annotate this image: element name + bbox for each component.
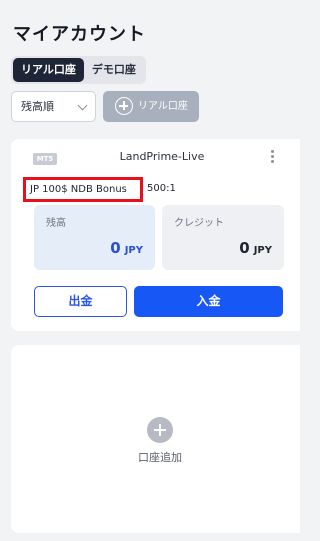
withdraw-button[interactable]: 出金 (34, 286, 127, 317)
balance-value: 0 (110, 239, 121, 257)
plus-circle-icon (115, 97, 133, 115)
sort-select-value: 残高順 (21, 100, 54, 113)
platform-badge: MT5 (33, 153, 57, 165)
credit-amount: 0 JPY (239, 239, 272, 257)
credit-label: クレジット (174, 218, 224, 229)
account-tabs: リアル口座 デモ口座 (11, 56, 146, 84)
credit-box: クレジット 0 JPY (162, 205, 284, 270)
credit-currency: JPY (253, 245, 272, 256)
tab-real-account[interactable]: リアル口座 (13, 58, 84, 82)
server-name: LandPrime-Live (119, 150, 205, 163)
account-card: MT5 LandPrime-Live JP 100$ NDB Bonus 500… (11, 139, 300, 331)
add-real-account-label: リアル口座 (138, 101, 188, 112)
account-type: JP 100$ NDB Bonus (23, 177, 143, 202)
balance-box: 残高 0 JPY (34, 205, 155, 270)
balance-amount: 0 JPY (110, 239, 143, 257)
page-title: マイアカウント (13, 24, 146, 45)
tab-demo-account[interactable]: デモ口座 (84, 58, 144, 82)
chevron-down-icon (77, 100, 88, 111)
add-account-label: 口座追加 (138, 451, 182, 464)
add-account-plus-icon[interactable] (147, 417, 173, 443)
more-options-icon[interactable] (269, 149, 277, 165)
deposit-button[interactable]: 入金 (134, 286, 283, 317)
balance-currency: JPY (124, 245, 143, 256)
leverage: 500:1 (147, 183, 176, 194)
credit-value: 0 (239, 239, 250, 257)
add-real-account-button[interactable]: リアル口座 (103, 91, 199, 122)
sort-select[interactable]: 残高順 (11, 91, 96, 122)
add-account-card[interactable]: 口座追加 (11, 345, 300, 533)
balance-label: 残高 (46, 218, 66, 229)
